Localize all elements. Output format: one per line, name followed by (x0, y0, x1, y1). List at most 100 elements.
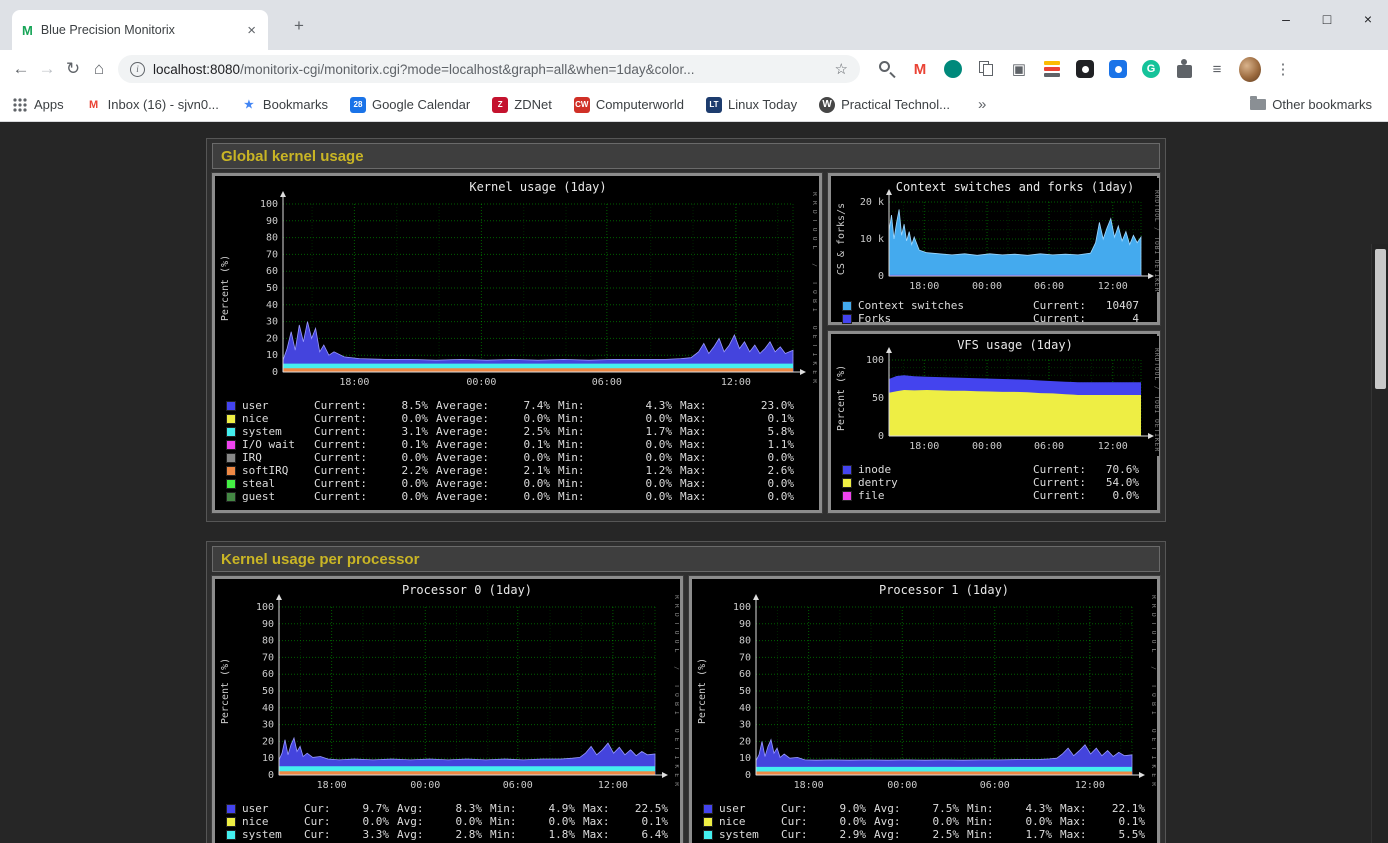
extensions-icon[interactable] (1173, 58, 1195, 80)
vfs-usage-chart[interactable]: 05010018:0000:0006:0012:00VFS usage (1da… (833, 336, 1159, 456)
bookmark-item[interactable]: 28Google Calendar (350, 97, 470, 113)
keep-icon[interactable]: ▣ (1008, 58, 1030, 80)
legend-stat: Cur:3.3% (304, 828, 397, 841)
window-minimize-icon[interactable]: – (1278, 11, 1294, 27)
kernel-usage-chart[interactable]: 010203040506070809010018:0000:0006:0012:… (217, 178, 817, 392)
svg-text:40: 40 (739, 703, 751, 714)
camera-icon[interactable] (1107, 58, 1129, 80)
gmail-icon[interactable]: M (909, 58, 931, 80)
meet-icon[interactable] (942, 58, 964, 80)
tab-close-icon[interactable]: × (245, 22, 258, 39)
legend-stat-label: Average: (436, 438, 489, 451)
legend-stat: Min:1.8% (490, 828, 583, 841)
legend-stat-label: Max: (583, 815, 610, 828)
svg-text:50: 50 (262, 686, 274, 697)
search-icon[interactable] (876, 58, 898, 80)
legend-swatch (227, 441, 235, 449)
svg-text:100: 100 (866, 355, 884, 366)
bookmark-item[interactable]: CWComputerworld (574, 97, 684, 113)
section-header: Kernel usage per processor (212, 546, 1160, 572)
reading-list-icon[interactable]: ≡ (1206, 58, 1228, 80)
legend-stat: Max:0.0% (680, 451, 802, 464)
legend-stat-label: Current: (314, 490, 367, 503)
avatar[interactable] (1239, 58, 1261, 80)
window-close-icon[interactable]: × (1360, 11, 1376, 27)
svg-text:20: 20 (739, 736, 751, 747)
legend-stat-label: Current: (1033, 312, 1095, 325)
section-kernel-per-processor: Kernel usage per processor 0102030405060… (206, 541, 1166, 843)
other-bookmarks[interactable]: Other bookmarks (1250, 97, 1372, 112)
legend-swatch (227, 493, 235, 501)
legend-stat-label: Average: (436, 399, 489, 412)
legend-label: system (719, 828, 781, 841)
legend-stat-value: 0.0% (489, 477, 558, 490)
svg-text:Processor 0 (1day): Processor 0 (1day) (402, 583, 532, 597)
svg-text:10: 10 (266, 350, 278, 361)
bookmarks-overflow-icon[interactable]: » (978, 96, 986, 113)
menu-icon[interactable]: ⋮ (1272, 58, 1294, 80)
legend-swatch (227, 454, 235, 462)
bookmark-item[interactable]: WPractical Technol... (819, 97, 950, 113)
legend-stat-value: 0.0% (707, 451, 803, 464)
svg-text:06:00: 06:00 (592, 377, 622, 388)
legend-stat: Current:2.2% (314, 464, 436, 477)
legend-stat-label: Current: (1033, 299, 1095, 312)
window-maximize-icon[interactable]: □ (1319, 11, 1335, 27)
bookmark-item[interactable]: ZZDNet (492, 97, 552, 113)
legend-stat: Average:7.4% (436, 399, 558, 412)
legend-stat-value: 0.0% (901, 815, 968, 828)
scrollbar-thumb[interactable] (1375, 249, 1386, 389)
svg-text:0: 0 (268, 770, 274, 781)
processor0-chart[interactable]: 010203040506070809010018:0000:0006:0012:… (217, 581, 679, 795)
context-switches-chart[interactable]: 010 k20 k18:0000:0006:0012:00Context swi… (833, 178, 1159, 292)
back-icon[interactable]: ← (8, 59, 34, 79)
layers-icon[interactable] (1041, 58, 1063, 80)
svg-text:20 k: 20 k (860, 197, 884, 208)
bookmark-item[interactable]: ★Bookmarks (241, 97, 328, 113)
legend-label: steal (242, 477, 314, 490)
home-icon[interactable]: ⌂ (86, 59, 112, 79)
svg-text:18:00: 18:00 (339, 377, 369, 388)
new-tab-button[interactable]: + (294, 16, 304, 36)
svg-text:06:00: 06:00 (980, 780, 1010, 791)
copy-icon[interactable] (975, 58, 997, 80)
legend-stat-value: 0.0% (331, 815, 398, 828)
bookmark-item[interactable]: MInbox (16) - sjvn0... (86, 97, 219, 113)
page-scrollbar[interactable] (1371, 244, 1388, 843)
browser-tab[interactable]: M Blue Precision Monitorix × (12, 10, 268, 50)
svg-text:12:00: 12:00 (721, 377, 751, 388)
legend-label: file (858, 489, 1033, 502)
legend-stat: Max:1.1% (680, 438, 802, 451)
vault-icon[interactable] (1074, 58, 1096, 80)
grammarly-icon[interactable]: G (1140, 58, 1162, 80)
legend-stat-value: 1.8% (517, 828, 584, 841)
processor1-chart[interactable]: 010203040506070809010018:0000:0006:0012:… (694, 581, 1156, 795)
legend-stat-label: Min: (490, 802, 517, 815)
refresh-icon[interactable]: ↻ (60, 59, 86, 79)
bookmark-item[interactable]: LTLinux Today (706, 97, 797, 113)
legend-stat: Average:0.0% (436, 477, 558, 490)
legend-stat-value: 2.9% (808, 828, 875, 841)
monitorix-favicon: M (22, 23, 33, 38)
legend-stat-label: Max: (680, 412, 707, 425)
legend-stat-label: Avg: (874, 828, 901, 841)
svg-text:30: 30 (262, 720, 274, 731)
apps-shortcut[interactable]: Apps (12, 97, 64, 113)
legend-stat: Max:5.5% (1060, 828, 1153, 841)
bookmark-star-icon[interactable]: ☆ (835, 60, 848, 78)
legend-swatch (843, 315, 851, 323)
legend-stat-value: 5.8% (707, 425, 803, 438)
legend-stat-label: Cur: (781, 828, 808, 841)
url-bar[interactable]: i localhost:8080/monitorix-cgi/monitorix… (118, 55, 860, 83)
legend-stat: Current:0.1% (314, 438, 436, 451)
site-info-icon[interactable]: i (130, 62, 145, 77)
legend-stat: Max:5.8% (680, 425, 802, 438)
svg-text:60: 60 (266, 266, 278, 277)
legend-stat-value: 0.0% (367, 490, 436, 503)
legend-stat-label: Min: (490, 815, 517, 828)
forward-icon[interactable]: → (34, 59, 60, 79)
folder-icon (1250, 99, 1266, 110)
legend-stat-label: Avg: (874, 802, 901, 815)
svg-text:18:00: 18:00 (909, 441, 939, 452)
legend-stat: Max:22.5% (583, 802, 676, 815)
